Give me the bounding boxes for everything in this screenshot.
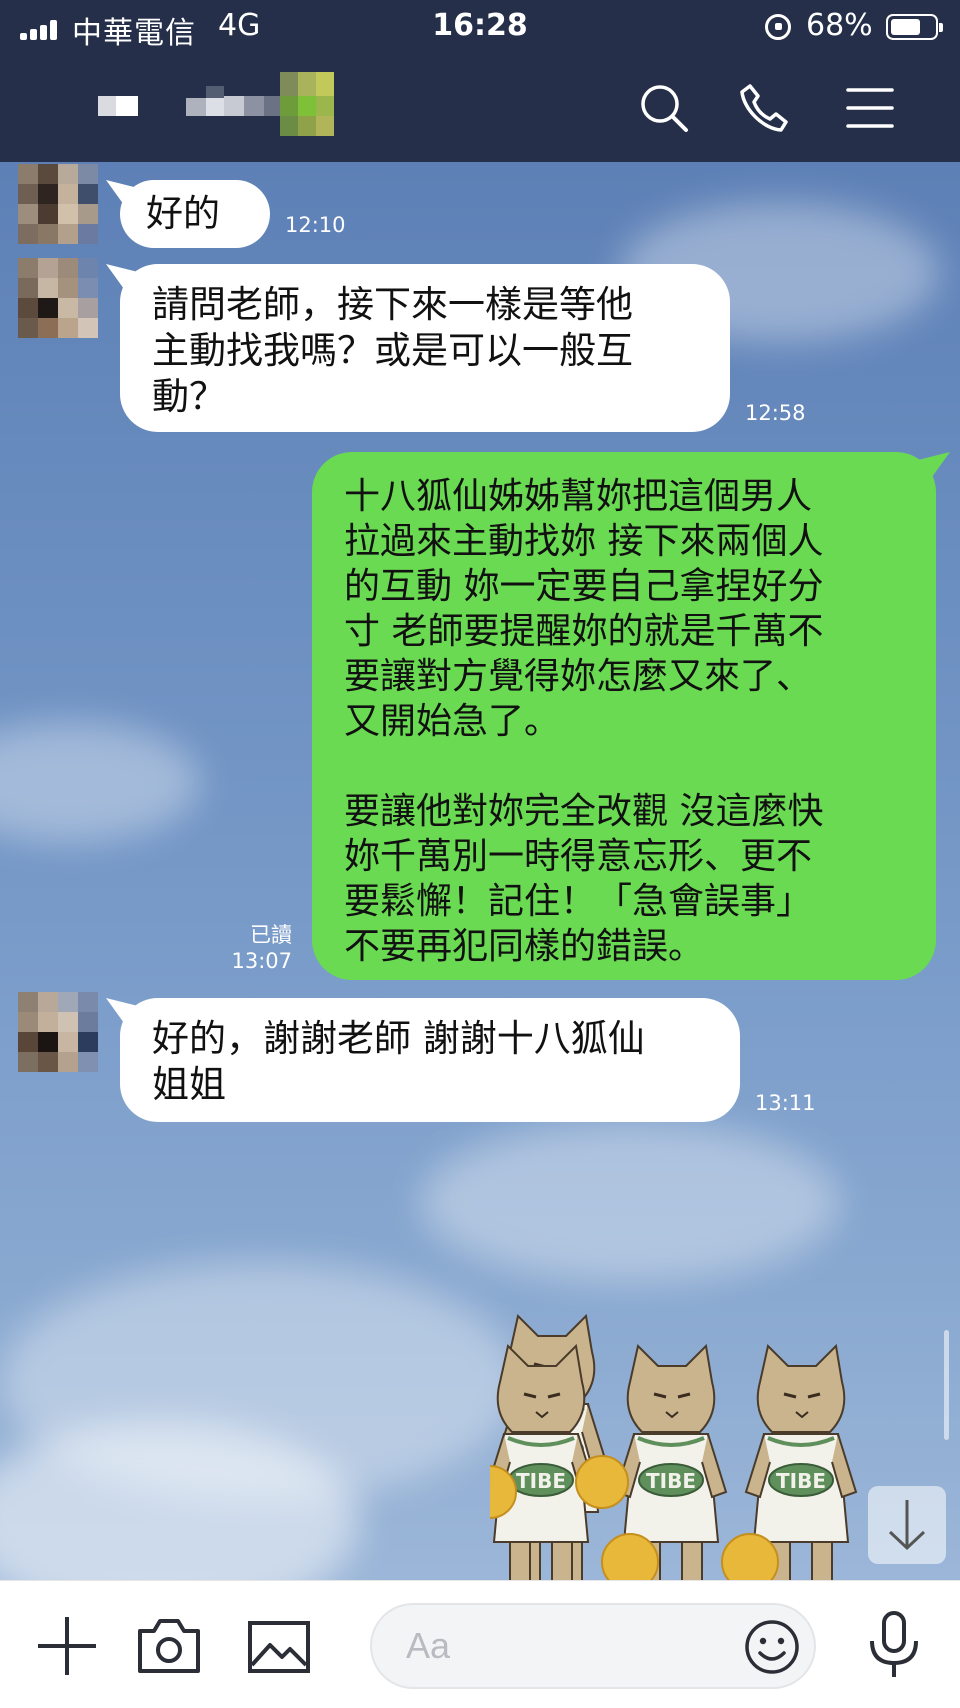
top-bar: 中華電信 4G 16:28 68%: [0, 0, 960, 162]
phone-icon[interactable]: [736, 80, 792, 136]
camera-icon[interactable]: [134, 1611, 204, 1681]
cloud: [0, 722, 200, 842]
read-receipt: 已讀 13:07: [200, 922, 292, 974]
sender-avatar[interactable]: [18, 164, 98, 244]
message-time: 13:07: [231, 949, 292, 973]
battery-icon: [886, 14, 943, 40]
battery-percent: 68%: [806, 8, 873, 43]
chat-title-censored[interactable]: [90, 72, 370, 138]
message-bubble-incoming[interactable]: 好的: [120, 180, 270, 248]
microphone-icon[interactable]: [856, 1607, 932, 1683]
cloud: [420, 1122, 840, 1282]
sender-avatar[interactable]: [18, 258, 98, 338]
message-input-wrapper[interactable]: [370, 1603, 816, 1689]
plus-icon[interactable]: [32, 1611, 102, 1681]
image-icon[interactable]: [244, 1611, 314, 1681]
rotation-lock-icon: [765, 14, 791, 40]
chat-area[interactable]: 好的 12:10 請問老師，接下來一樣是等他 主動找我嗎？或是可以一般互 動？ …: [0, 162, 960, 1580]
scrollbar-thumb[interactable]: [944, 1330, 949, 1440]
message-bubble-incoming[interactable]: 請問老師，接下來一樣是等他 主動找我嗎？或是可以一般互 動？: [120, 264, 730, 432]
search-icon[interactable]: [636, 80, 692, 136]
message-input[interactable]: [406, 1621, 726, 1671]
read-label: 已讀: [250, 923, 292, 947]
message-time: 12:10: [285, 213, 346, 237]
message-input-bar: [0, 1580, 960, 1708]
three-cheerleader-cats-sticker[interactable]: TIBE: [490, 1312, 930, 1580]
message-bubble-incoming[interactable]: 好的，謝謝老師 謝謝十八狐仙 姐姐: [120, 998, 740, 1122]
status-bar: 中華電信 4G 16:28 68%: [0, 0, 960, 56]
scroll-to-bottom-arrow-icon[interactable]: [868, 1486, 946, 1564]
sender-avatar[interactable]: [18, 992, 98, 1072]
smiley-icon[interactable]: [742, 1617, 802, 1677]
message-time: 13:11: [755, 1091, 816, 1115]
message-bubble-outgoing[interactable]: 十八狐仙姊姊幫妳把這個男人 拉過來主動找妳 接下來兩個人 的互動 妳一定要自己拿…: [312, 452, 936, 980]
hamburger-menu-icon[interactable]: [842, 80, 898, 136]
message-time: 12:58: [745, 401, 806, 425]
